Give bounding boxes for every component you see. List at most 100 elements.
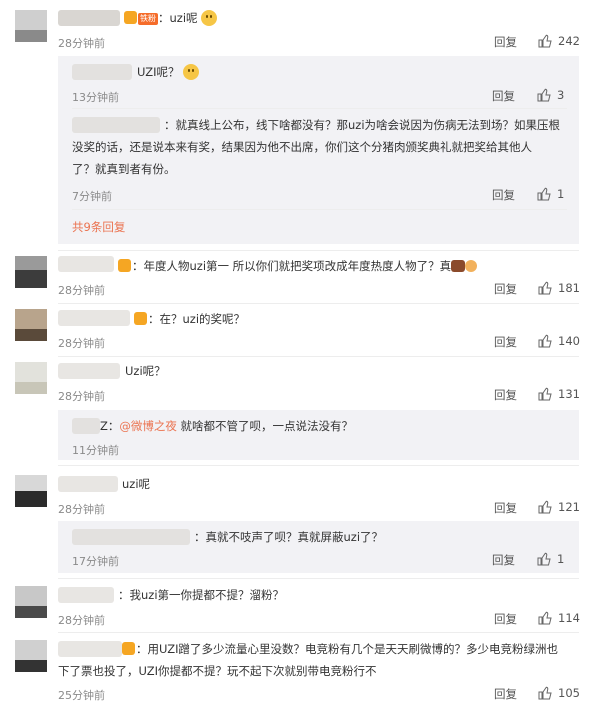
- username-redacted[interactable]: [72, 529, 190, 545]
- medal-icon: [134, 312, 147, 325]
- reply-text: ：就真线上公布，线下啥都没有？那uzi为啥会说因为伤病无法到场？如果压根: [164, 118, 561, 132]
- like-count: 114: [558, 611, 580, 625]
- like-count: 242: [558, 34, 580, 48]
- like-button[interactable]: 114: [538, 611, 580, 625]
- comment-time: 28分钟前: [58, 37, 105, 50]
- medal-icon: [118, 259, 131, 272]
- avatar[interactable]: [15, 362, 47, 394]
- like-button[interactable]: 131: [538, 387, 580, 401]
- like-button[interactable]: 242: [538, 34, 580, 48]
- reply-button[interactable]: 回复: [494, 34, 517, 50]
- reply-button[interactable]: 回复: [494, 500, 517, 516]
- like-button[interactable]: 1: [537, 552, 564, 566]
- like-count: 121: [558, 500, 580, 514]
- like-button[interactable]: 1: [537, 187, 564, 201]
- thumb-up-icon: [538, 334, 552, 348]
- thumb-up-icon: [537, 552, 551, 566]
- reply-text: 没奖的话，还是说本来有奖，结果因为他不出席，你们这个分猪肉颁奖典礼就把奖给其他人: [72, 140, 532, 154]
- username-redacted[interactable]: [58, 10, 120, 26]
- like-count: 140: [558, 334, 580, 348]
- comment-time: 25分钟前: [58, 689, 105, 702]
- avatar[interactable]: [15, 10, 47, 42]
- username-redacted[interactable]: [58, 256, 114, 272]
- reply-text: ：真就不吱声了呗？真就屏蔽uzi了？: [194, 530, 384, 544]
- username-redacted[interactable]: [58, 641, 122, 657]
- like-count: 105: [558, 686, 580, 700]
- divider: [72, 209, 567, 210]
- reply-button[interactable]: 回复: [494, 686, 517, 702]
- like-count: 131: [558, 387, 580, 401]
- like-button[interactable]: 3: [537, 88, 564, 102]
- avatar[interactable]: [15, 586, 47, 618]
- thumb-up-icon: [537, 88, 551, 102]
- comment-time: 28分钟前: [58, 390, 105, 403]
- reply-time: 11分钟前: [72, 444, 119, 457]
- avatar[interactable]: [15, 256, 47, 288]
- comment-text: 铁粉 ：uzi呢: [124, 9, 218, 27]
- thumb-up-icon: [538, 500, 552, 514]
- divider: [58, 356, 579, 357]
- comment-text: Uzi呢？: [125, 364, 166, 378]
- username-redacted[interactable]: [58, 363, 120, 379]
- reply-button[interactable]: 回复: [492, 88, 515, 104]
- smile-emoji-icon: [201, 10, 218, 26]
- username-redacted[interactable]: [58, 310, 130, 326]
- mention-link[interactable]: @微博之夜: [119, 419, 177, 433]
- reply-button[interactable]: 回复: [494, 334, 517, 350]
- divider: [58, 578, 579, 579]
- avatar[interactable]: [15, 309, 47, 341]
- like-count: 1: [557, 552, 565, 566]
- thumb-up-icon: [538, 611, 552, 625]
- thumb-up-icon: [538, 387, 552, 401]
- like-count: 1: [557, 187, 565, 201]
- smile-emoji-icon: [183, 64, 200, 80]
- reply-text: Z：@微博之夜 就啥都不管了呗，一点说法没有？: [100, 419, 354, 433]
- username-redacted[interactable]: [72, 418, 100, 434]
- thumb-up-icon: [537, 187, 551, 201]
- username-redacted[interactable]: [58, 476, 118, 492]
- vip-badge: 铁粉: [138, 13, 158, 25]
- divider: [58, 465, 579, 466]
- like-count: 3: [557, 88, 565, 102]
- thumb-up-icon: [538, 686, 552, 700]
- comment-text: ：在？uzi的奖呢？: [134, 310, 245, 328]
- reply-time: 13分钟前: [72, 91, 119, 104]
- comment-text: ：我uzi第一你提都不提？溜粉？: [118, 588, 285, 602]
- reply-time: 7分钟前: [72, 190, 112, 203]
- reply-button[interactable]: 回复: [494, 387, 517, 403]
- reply-time: 17分钟前: [72, 555, 119, 568]
- reply-button[interactable]: 回复: [492, 552, 515, 568]
- reply-button[interactable]: 回复: [492, 187, 515, 203]
- more-replies-link[interactable]: 共9条回复: [72, 219, 125, 235]
- divider: [72, 108, 567, 109]
- thumb-up-icon: [538, 34, 552, 48]
- reply-button[interactable]: 回复: [494, 281, 517, 297]
- ox-emoji-icon: [451, 260, 466, 272]
- username-redacted[interactable]: [72, 64, 132, 80]
- comment-text: ：用UZI蹭了多少流量心里没数？电竞粉有几个是天天刷微博的？多少电竞粉绿洲也: [122, 640, 558, 658]
- avatar[interactable]: [15, 640, 47, 672]
- comment-time: 28分钟前: [58, 614, 105, 627]
- reply-text: UZI呢？: [137, 63, 200, 81]
- like-count: 181: [558, 281, 580, 295]
- like-button[interactable]: 181: [538, 281, 580, 295]
- divider: [58, 250, 579, 251]
- like-button[interactable]: 105: [538, 686, 580, 700]
- medal-icon: [124, 11, 137, 24]
- like-button[interactable]: 140: [538, 334, 580, 348]
- comment-text: 下了票也投了，UZI你提都不提？玩不起下次就别带电竞粉行不: [58, 664, 377, 678]
- divider: [58, 632, 579, 633]
- username-redacted[interactable]: [72, 117, 160, 133]
- comment-time: 28分钟前: [58, 337, 105, 350]
- comment-text: uzi呢: [122, 477, 151, 491]
- divider: [58, 303, 579, 304]
- thumb-up-icon: [538, 281, 552, 295]
- reply-button[interactable]: 回复: [494, 611, 517, 627]
- comment-time: 28分钟前: [58, 503, 105, 516]
- username-redacted[interactable]: [58, 587, 114, 603]
- reply-text: 了？就真到者有份。: [72, 162, 176, 176]
- medal-icon: [122, 642, 135, 655]
- avatar[interactable]: [15, 475, 47, 507]
- comment-time: 28分钟前: [58, 284, 105, 297]
- like-button[interactable]: 121: [538, 500, 580, 514]
